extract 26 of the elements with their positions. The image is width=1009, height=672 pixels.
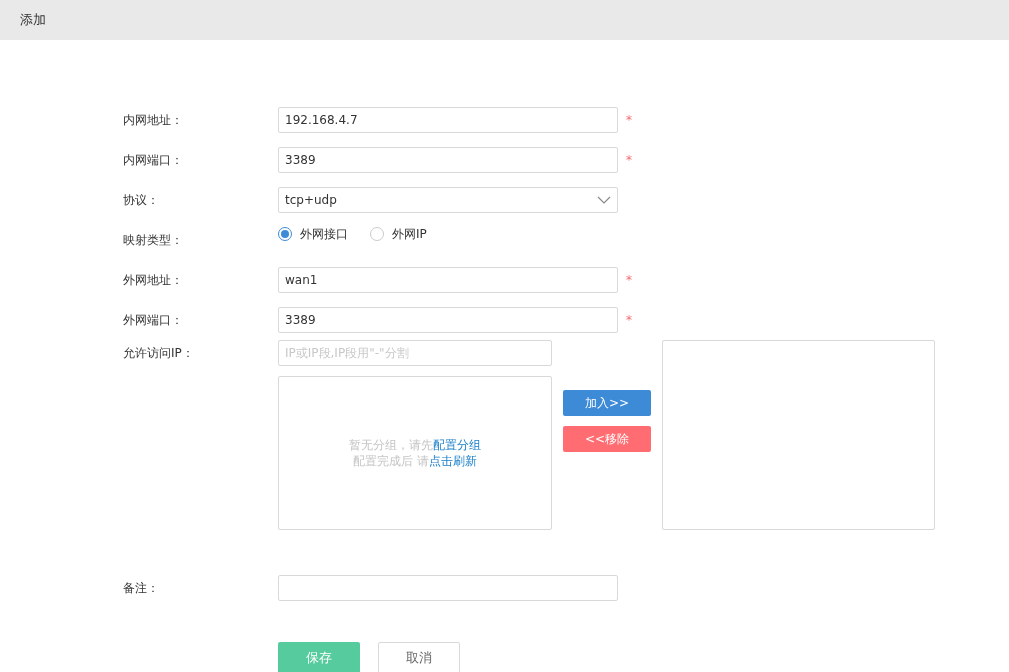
text-field[interactable]: 3389 xyxy=(278,147,618,173)
note-field[interactable] xyxy=(278,575,618,601)
required-mark: * xyxy=(626,313,632,327)
field-label: 内网地址： xyxy=(123,111,184,129)
field-label: 外网地址： xyxy=(123,271,184,289)
text-field[interactable]: 3389 xyxy=(278,307,618,333)
field-label: 外网端口： xyxy=(123,311,184,329)
link[interactable]: 配置分组 xyxy=(433,438,481,452)
radio-label[interactable]: 外网IP xyxy=(392,225,427,243)
field-label: 映射类型： xyxy=(123,231,184,249)
add-button[interactable]: 加入>> xyxy=(563,390,651,416)
field-label: 备注： xyxy=(123,579,160,597)
text-field[interactable]: wan1 xyxy=(278,267,618,293)
required-mark: * xyxy=(626,113,632,127)
cancel-button[interactable]: 取消 xyxy=(378,642,460,672)
required-mark: * xyxy=(626,153,632,167)
text-field[interactable]: 192.168.4.7 xyxy=(278,107,618,133)
field-label: 协议： xyxy=(123,191,160,209)
chevron-down-icon xyxy=(597,196,611,204)
field-label: 内网端口： xyxy=(123,151,184,169)
field-label: 允许访问IP： xyxy=(123,345,195,362)
protocol-dropdown[interactable]: tcp+udp xyxy=(278,187,618,213)
page-title: 添加 xyxy=(20,11,46,29)
required-mark: * xyxy=(626,273,632,287)
radio-label[interactable]: 外网接口 xyxy=(300,225,348,243)
link[interactable]: 点击刷新 xyxy=(428,454,477,468)
